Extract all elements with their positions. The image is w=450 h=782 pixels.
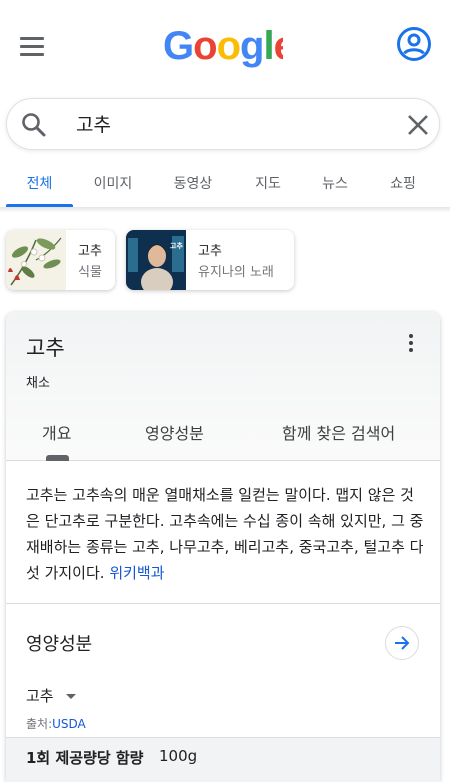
account-circle-icon[interactable] — [396, 26, 432, 62]
close-icon[interactable] — [406, 113, 430, 137]
description-text: 고추는 고추속의 매운 열매채소를 일컫는 말이다. 맵지 않은 것은 단고추로… — [26, 486, 424, 582]
source-prefix: 출처: — [26, 717, 53, 731]
svg-text:고추: 고추 — [170, 241, 183, 250]
svg-text:Google: Google — [163, 24, 283, 68]
tab-shopping[interactable]: 쇼핑 — [372, 163, 434, 207]
nutrition-title: 영양성분 — [26, 634, 93, 655]
tab-maps[interactable]: 지도 — [236, 163, 300, 207]
kp-tab-related-searches[interactable]: 함께 찾은 검색어 — [282, 420, 395, 444]
google-logo[interactable]: Google — [163, 24, 283, 70]
chip-song[interactable]: 고추 고추 유지나의 노래 — [126, 230, 294, 290]
tabs-shadow — [0, 207, 450, 213]
chip-subtitle: 유지나의 노래 — [198, 265, 274, 280]
chip-subtitle: 식물 — [78, 265, 102, 280]
serving-label: 1회 제공량당 함량 — [26, 749, 144, 767]
kp-tab-overview[interactable]: 개요 — [42, 420, 71, 444]
header: Google — [0, 0, 450, 88]
kp-active-tab-indicator — [46, 455, 69, 461]
caret-down-icon — [65, 694, 76, 699]
song-video-thumbnail: 고추 — [126, 230, 186, 290]
tab-videos[interactable]: 동영상 — [160, 163, 226, 207]
serving-size-row: 1회 제공량당 함량 100g — [6, 737, 440, 782]
knowledge-panel-title: 고추 — [26, 336, 65, 360]
search-tabs: 전체 이미지 동영상 지도 뉴스 쇼핑 — [0, 163, 450, 209]
knowledge-panel: 고추 채소 개요 영양성분 함께 찾은 검색어 고추는 고추속의 매운 열매채소… — [6, 312, 440, 782]
food-dropdown-value: 고추 — [26, 687, 54, 705]
nutrition-more-button[interactable] — [385, 626, 419, 660]
wikipedia-link[interactable]: 위키백과 — [109, 564, 164, 582]
tab-images[interactable]: 이미지 — [80, 163, 146, 207]
search-icon[interactable] — [20, 111, 48, 139]
pepper-plant-thumbnail — [6, 230, 66, 290]
kp-tab-nutrition[interactable]: 영양성분 — [145, 420, 204, 444]
chip-title: 고추 — [78, 244, 102, 259]
more-vert-icon[interactable] — [407, 334, 415, 354]
food-dropdown[interactable]: 고추 — [26, 685, 76, 706]
knowledge-panel-subtitle: 채소 — [26, 376, 50, 391]
knowledge-panel-description: 고추는 고추속의 매운 열매채소를 일컫는 말이다. 맵지 않은 것은 단고추로… — [26, 482, 426, 586]
tab-all[interactable]: 전체 — [6, 163, 73, 207]
tab-news[interactable]: 뉴스 — [303, 163, 367, 207]
serving-value: 100g — [159, 747, 198, 765]
nutrition-source: 출처:USDA — [26, 715, 86, 732]
knowledge-panel-header: 고추 채소 개요 영양성분 함께 찾은 검색어 — [6, 312, 440, 461]
chip-title: 고추 — [198, 244, 222, 259]
arrow-forward-icon — [395, 636, 410, 650]
chip-plant[interactable]: 고추 식물 — [6, 230, 115, 290]
search-input[interactable]: 고추 — [76, 111, 111, 139]
usda-link[interactable]: USDA — [52, 717, 86, 731]
search-box[interactable]: 고추 — [6, 98, 440, 150]
divider — [6, 603, 440, 604]
hamburger-menu-icon[interactable] — [20, 37, 45, 56]
